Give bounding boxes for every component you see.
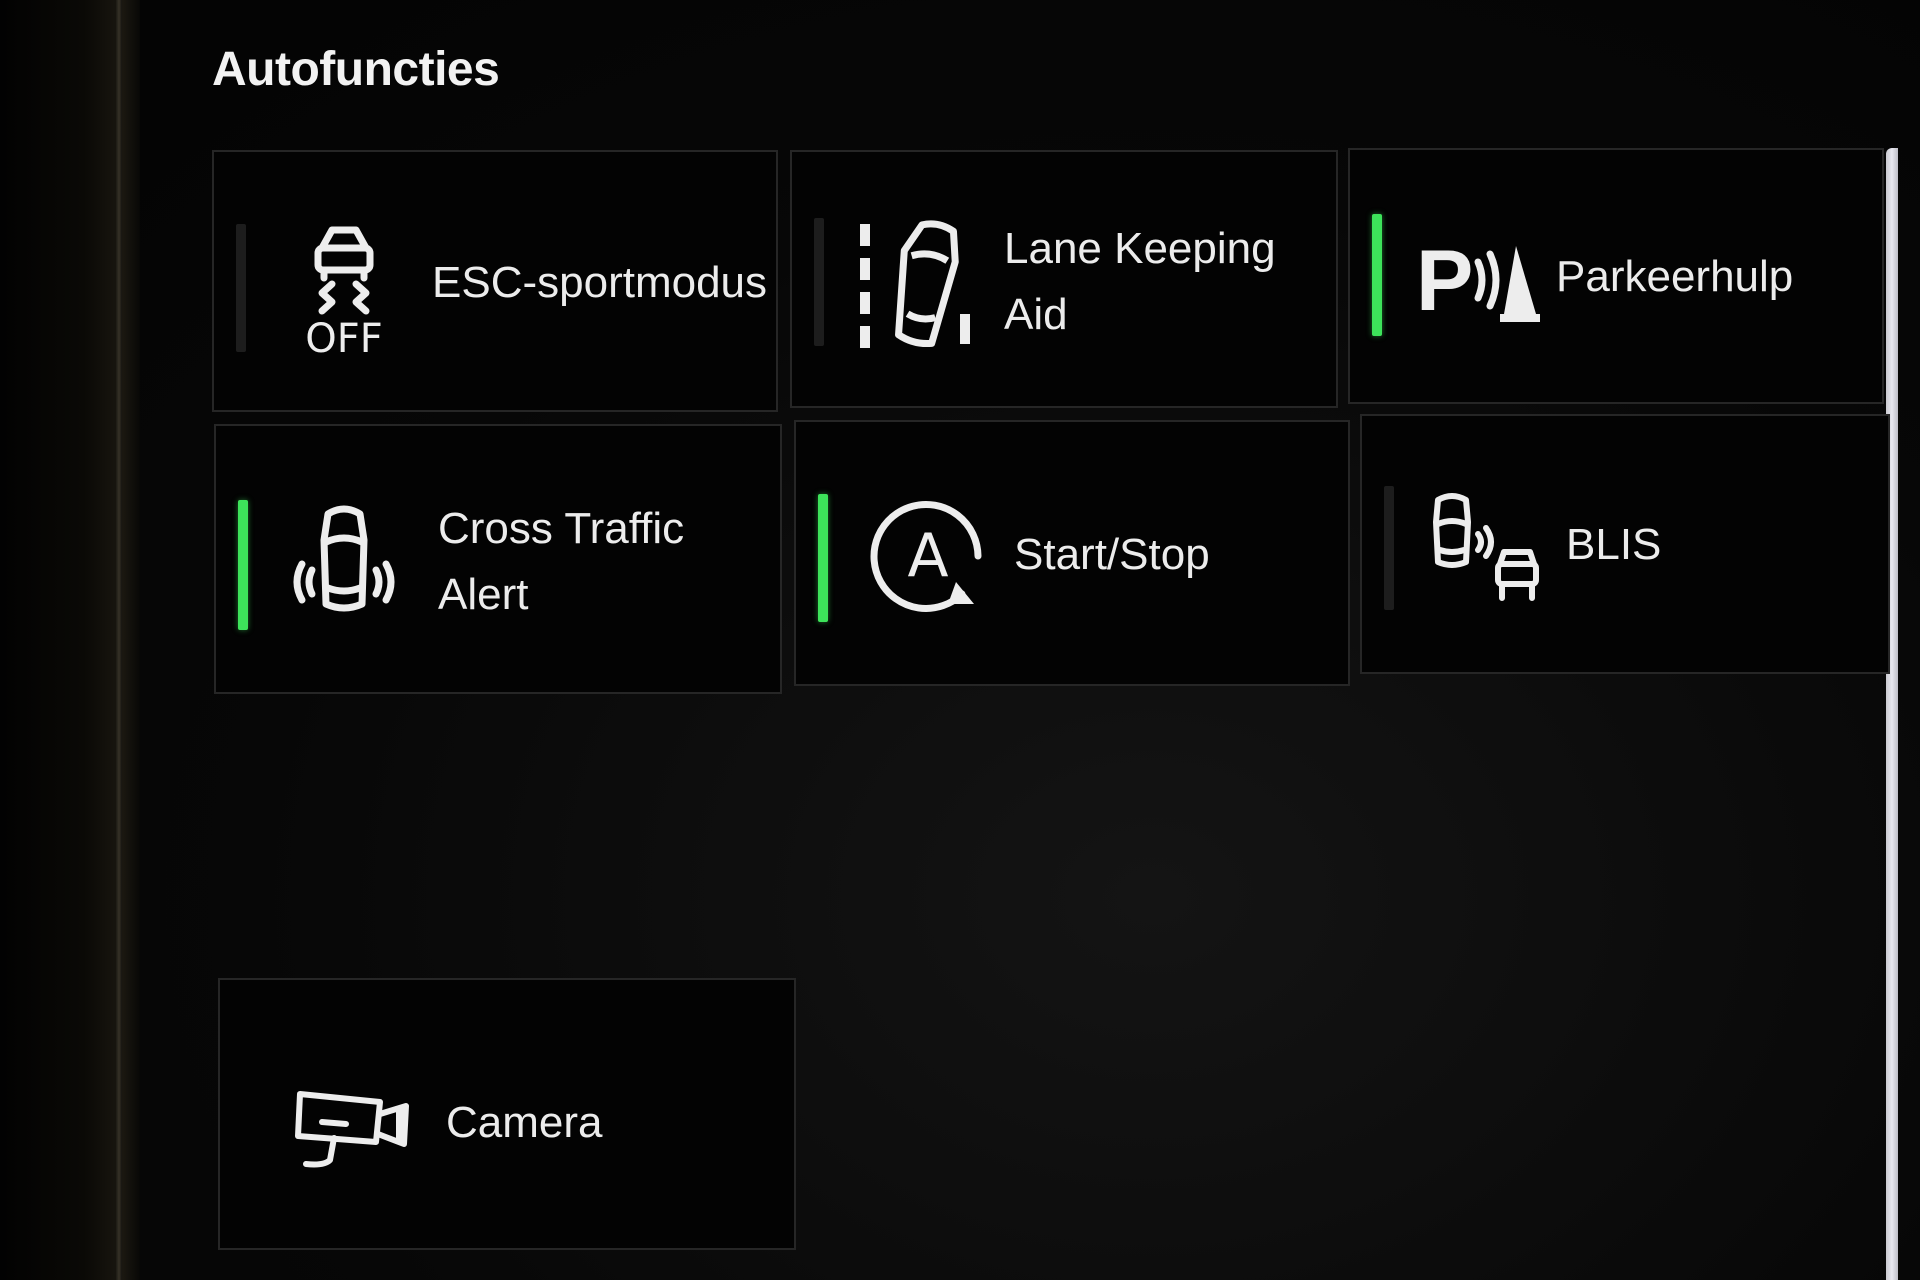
status-indicator: [238, 500, 248, 630]
tile-label: Parkeerhulp: [1556, 252, 1794, 301]
esc-off-icon: OFF: [294, 218, 394, 358]
tile-label: Start/Stop: [1014, 530, 1210, 579]
tile-label: Camera: [446, 1098, 603, 1147]
tile-start-stop[interactable]: A Start/Stop: [794, 420, 1350, 686]
tile-camera[interactable]: Camera: [218, 978, 796, 1250]
tile-esc-sport-mode[interactable]: OFF ESC-sportmodus: [212, 150, 778, 412]
status-indicator: [1372, 214, 1382, 336]
scrollbar[interactable]: [1886, 148, 1898, 1280]
tile-blis[interactable]: BLIS: [1360, 414, 1890, 674]
park-assist-icon: P: [1416, 230, 1546, 330]
blind-spot-icon: [1426, 492, 1556, 604]
tile-park-assist[interactable]: P Parkeerhulp: [1348, 148, 1884, 404]
tile-label: BLIS: [1566, 520, 1662, 569]
status-indicator: [236, 224, 246, 352]
tile-label: Cross Traffic Alert: [438, 504, 685, 619]
auto-start-stop-icon: A: [870, 498, 990, 614]
svg-text:A: A: [907, 521, 948, 591]
screen: Autofuncties OFF ESC-sportmodus Lane Kee…: [0, 0, 1920, 1280]
page-title: Autofuncties: [212, 43, 500, 96]
bezel-edge: [116, 0, 122, 1280]
camera-icon: [294, 1084, 414, 1174]
svg-text:P: P: [1416, 233, 1473, 329]
tile-cross-traffic-alert[interactable]: Cross Traffic Alert: [214, 424, 782, 694]
status-indicator: [818, 494, 828, 622]
tile-label: ESC-sportmodus: [432, 258, 768, 307]
tile-label: Lane Keeping Aid: [1004, 224, 1276, 339]
cross-traffic-icon: [286, 500, 402, 618]
status-indicator: [1384, 486, 1394, 610]
lane-keeping-icon: [856, 218, 976, 348]
tile-lane-keeping-aid[interactable]: Lane Keeping Aid: [790, 150, 1338, 408]
status-indicator: [814, 218, 824, 346]
svg-text:OFF: OFF: [305, 316, 383, 358]
